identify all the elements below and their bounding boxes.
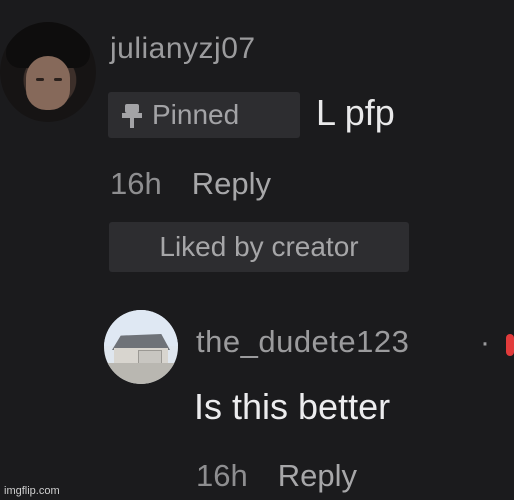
watermark: imgflip.com	[4, 485, 60, 497]
pin-icon	[122, 101, 142, 129]
liked-by-creator-badge: Liked by creator	[109, 222, 409, 272]
separator-dot: ·	[480, 326, 490, 359]
reply-comment-meta: 16h Reply	[196, 458, 357, 494]
reply-button[interactable]: Reply	[192, 166, 271, 202]
author-badge-icon	[506, 334, 514, 356]
avatar-julianyzj07[interactable]	[0, 22, 96, 122]
reply-button[interactable]: Reply	[278, 458, 357, 494]
reply-comment-text: Is this better	[194, 386, 391, 427]
comment-timestamp: 16h	[110, 166, 162, 201]
username-the-dudete123[interactable]: the_dudete123	[196, 324, 409, 360]
reply-timestamp: 16h	[196, 458, 248, 493]
comment-text: L pfp	[316, 92, 395, 133]
pinned-label: Pinned	[152, 99, 240, 130]
pinned-badge: Pinned	[108, 92, 300, 138]
comment-meta: 16h Reply	[110, 166, 271, 202]
avatar-the-dudete123[interactable]	[104, 310, 178, 384]
username-julianyzj07[interactable]: julianyzj07	[110, 32, 256, 66]
